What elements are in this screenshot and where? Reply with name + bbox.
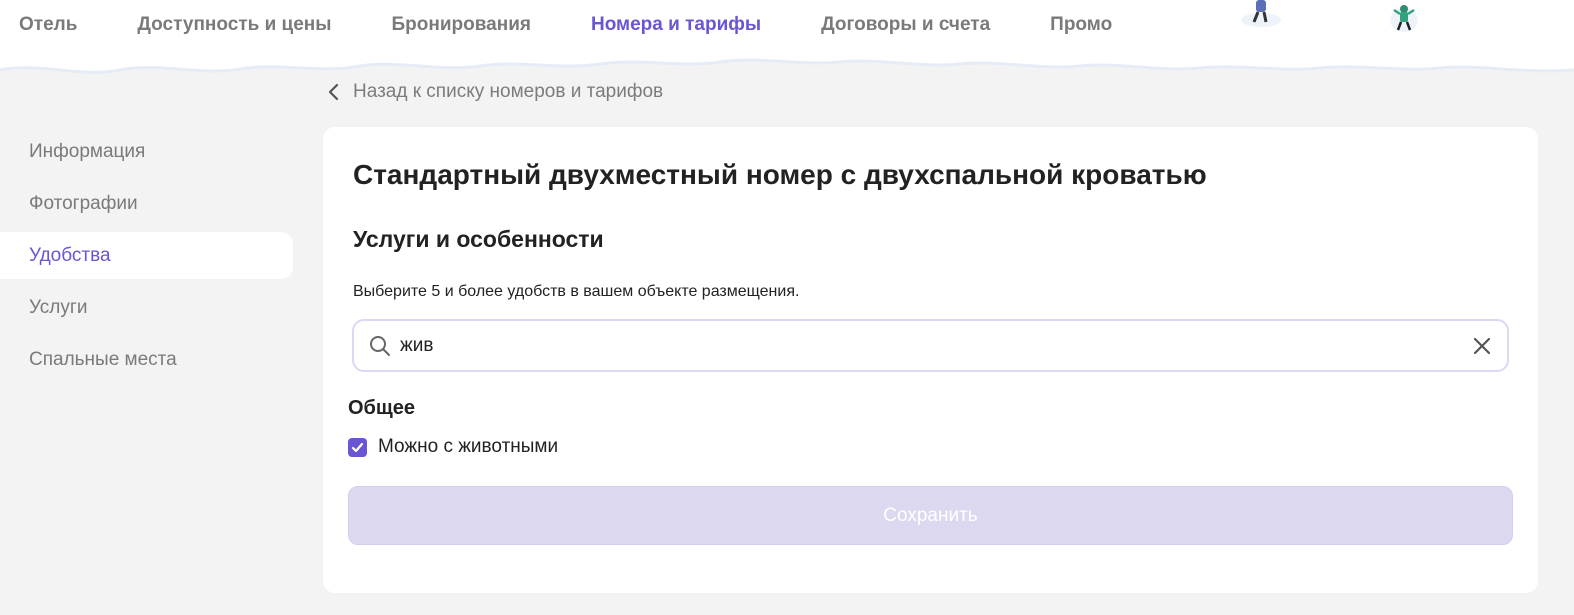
snow-angel-illustration [1390,5,1418,32]
amenity-search-field[interactable] [352,319,1509,372]
check-icon [351,442,364,452]
sidebar-item-amenities[interactable]: Удобства [0,232,293,279]
nav-item-rooms-rates[interactable]: Номера и тарифы [591,13,761,37]
nav-item-hotel[interactable]: Отель [19,13,77,37]
pets-allowed-label: Можно с животными [378,436,559,457]
amenity-group-title: Общее [348,397,416,419]
nav-item-promo[interactable]: Промо [1050,13,1112,37]
skier-figure-illustration [1241,0,1281,27]
back-link-label: Назад к списку номеров и тарифов [353,81,664,102]
nav-item-contracts[interactable]: Договоры и счета [821,13,990,37]
page-title: Стандартный двухместный номер с двухспал… [353,159,1207,190]
sidebar-item-photos[interactable]: Фотографии [0,180,293,227]
main-nav: Отель Доступность и цены Бронирования Но… [19,13,1172,37]
section-title: Услуги и особенности [353,226,604,252]
sidebar-item-beds[interactable]: Спальные места [0,336,293,383]
search-icon [370,335,390,356]
save-button[interactable]: Сохранить [348,486,1513,545]
chevron-left-icon [328,83,339,101]
search-input[interactable] [400,334,1440,357]
nav-item-availability[interactable]: Доступность и цены [137,13,331,37]
amenity-checkbox-row[interactable]: Можно с животными [348,436,558,458]
sidebar-item-services[interactable]: Услуги [0,284,293,331]
pets-allowed-checkbox[interactable] [348,437,367,457]
section-hint: Выберите 5 и более удобств в вашем объек… [353,283,800,300]
sidebar: Информация Фотографии Удобства Услуги Сп… [0,128,293,388]
sidebar-item-information[interactable]: Информация [0,128,293,175]
top-navigation: Отель Доступность и цены Бронирования Но… [0,0,1574,92]
snow-wave-decoration [0,58,1574,92]
close-icon[interactable] [1473,337,1491,355]
nav-item-bookings[interactable]: Бронирования [392,13,531,37]
amenities-card: Стандартный двухместный номер с двухспал… [323,127,1538,593]
back-to-rooms-link[interactable]: Назад к списку номеров и тарифов [325,81,663,103]
